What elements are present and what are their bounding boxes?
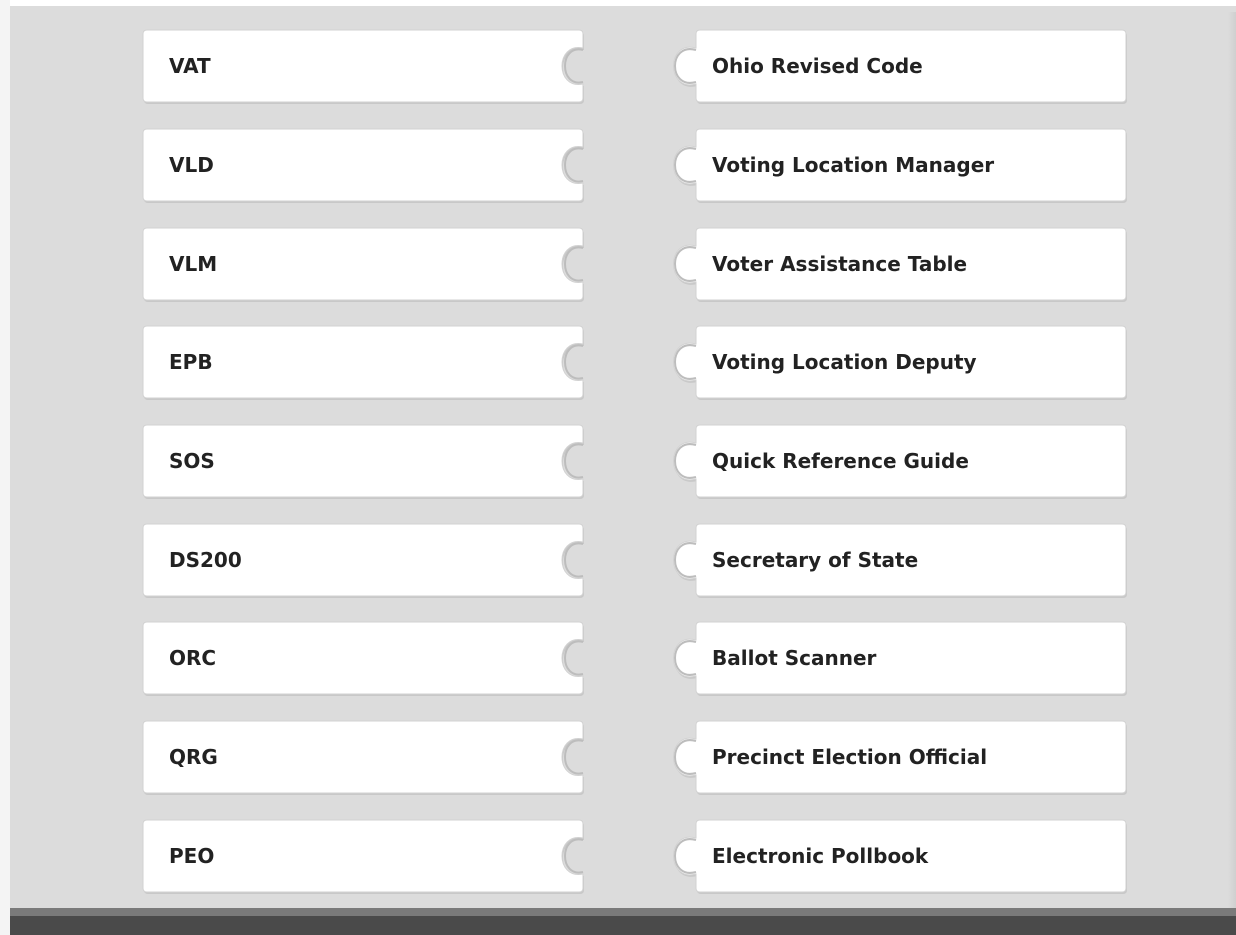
definition-label: Voter Assistance Table (712, 252, 968, 276)
definition-label: Secretary of State (712, 548, 919, 572)
term-label: SOS (169, 449, 215, 473)
definition-label: Quick Reference Guide (712, 449, 969, 473)
definition-label: Precinct Election Official (712, 745, 988, 769)
term-tile[interactable]: SOS (142, 424, 584, 499)
term-label: PEO (169, 844, 215, 868)
term-label: ORC (169, 646, 217, 670)
term-tile[interactable]: ORC (142, 621, 584, 696)
definition-tile[interactable]: Voting Location Manager (648, 128, 1127, 203)
bottom-bar (10, 908, 1236, 935)
term-label: VLM (169, 252, 218, 276)
definition-label: Electronic Pollbook (712, 844, 929, 868)
definition-label: Ballot Scanner (712, 646, 877, 670)
definition-tile[interactable]: Voting Location Deputy (648, 325, 1127, 400)
term-tile[interactable]: VAT (142, 29, 584, 104)
term-label: QRG (169, 745, 218, 769)
term-tile[interactable]: VLD (142, 128, 584, 203)
definition-tile[interactable]: Precinct Election Official (648, 720, 1127, 795)
term-label: EPB (169, 350, 213, 374)
definition-tile[interactable]: Voter Assistance Table (648, 227, 1127, 302)
definition-label: Ohio Revised Code (712, 54, 923, 78)
definition-tile[interactable]: Ballot Scanner (648, 621, 1127, 696)
definition-tile[interactable]: Secretary of State (648, 523, 1127, 598)
definition-tile[interactable]: Ohio Revised Code (648, 29, 1127, 104)
term-tile[interactable]: DS200 (142, 523, 584, 598)
definition-tile[interactable]: Electronic Pollbook (648, 819, 1127, 894)
page: VAT VLD VLM EPB SOS DS200 ORC QRG PEO Oh… (0, 0, 1236, 935)
definition-label: Voting Location Deputy (712, 350, 977, 374)
term-label: VAT (169, 54, 211, 78)
term-tile[interactable]: PEO (142, 819, 584, 894)
matching-panel: VAT VLD VLM EPB SOS DS200 ORC QRG PEO Oh… (10, 6, 1236, 914)
definition-label: Voting Location Manager (712, 153, 995, 177)
term-tile[interactable]: EPB (142, 325, 584, 400)
panel-shade (1228, 12, 1236, 914)
term-tile[interactable]: VLM (142, 227, 584, 302)
term-label: VLD (169, 153, 214, 177)
definition-tile[interactable]: Quick Reference Guide (648, 424, 1127, 499)
term-tile[interactable]: QRG (142, 720, 584, 795)
term-label: DS200 (169, 548, 242, 572)
left-edge (0, 0, 10, 935)
